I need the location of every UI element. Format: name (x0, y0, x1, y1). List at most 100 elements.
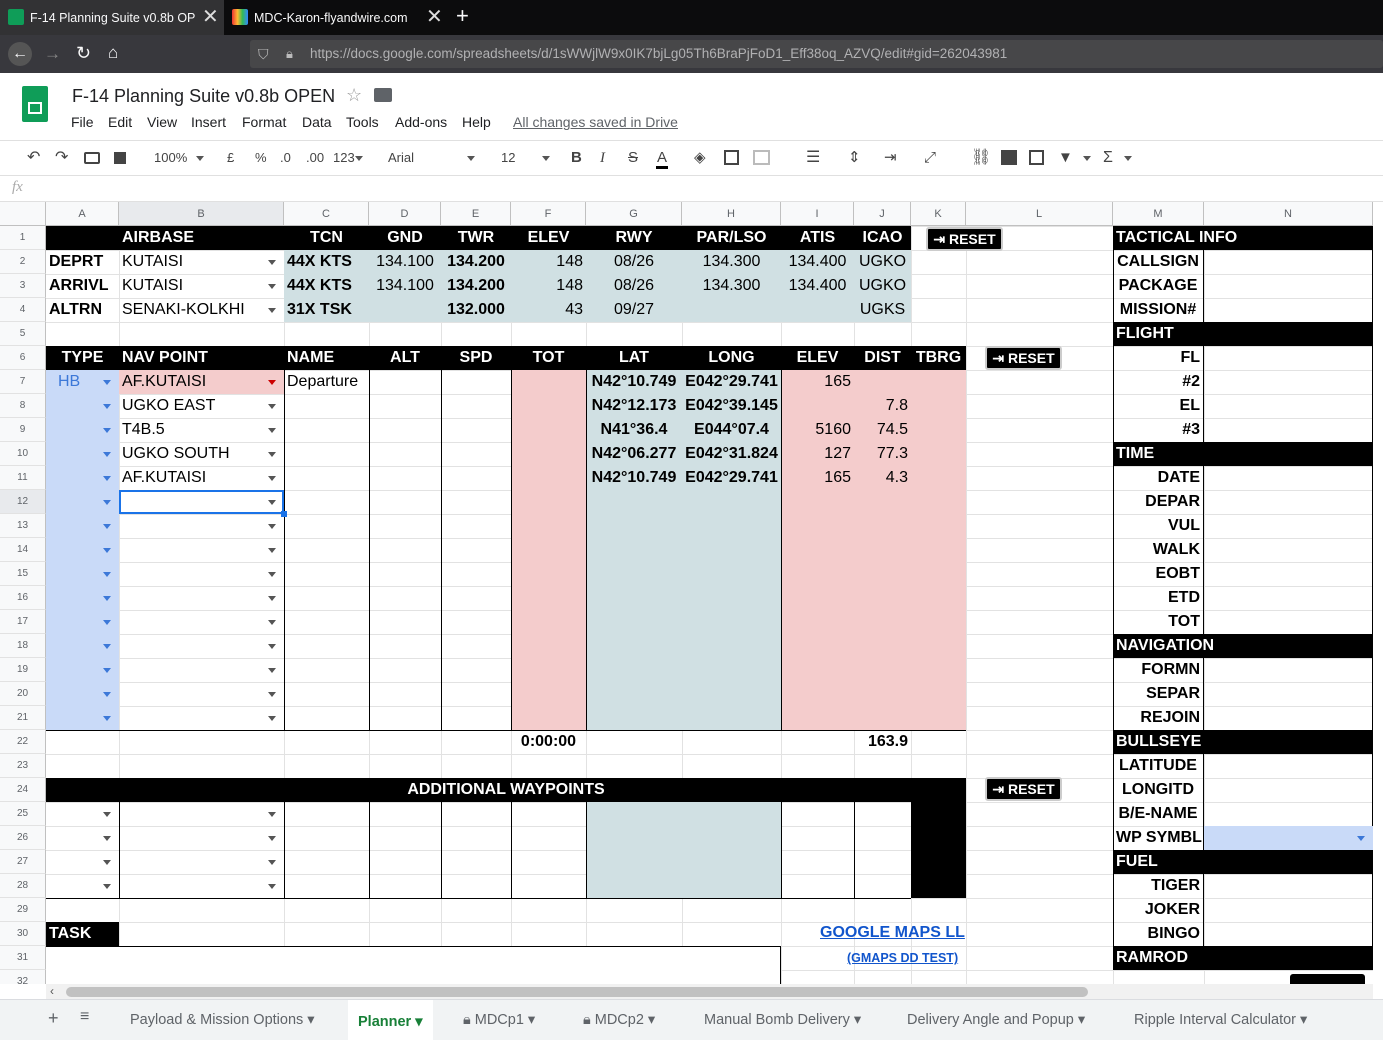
insert-link-icon[interactable]: ⛓ (971, 150, 991, 166)
menu-tools[interactable]: Tools (346, 114, 379, 130)
row-header[interactable]: 21 (0, 706, 46, 730)
bold-button[interactable]: B (571, 150, 582, 166)
side-field-value[interactable] (1204, 346, 1373, 370)
dropdown-arrow-icon[interactable] (268, 428, 276, 433)
row-header[interactable]: 5 (0, 322, 46, 346)
side-field-value[interactable] (1204, 898, 1373, 922)
side-field-value[interactable] (1204, 706, 1373, 730)
align-left-icon[interactable]: ☰ (806, 150, 820, 166)
dropdown-arrow-icon[interactable] (103, 476, 111, 481)
url-bar[interactable]: ⛉ 🔒︎ https://docs.google.com/spreadsheet… (250, 40, 1383, 68)
save-status[interactable]: All changes saved in Drive (513, 114, 678, 130)
vertical-align-icon[interactable]: ⇕ (848, 150, 861, 166)
font-size-select[interactable]: 12 (501, 150, 515, 166)
dropdown-arrow-icon[interactable] (268, 308, 276, 313)
dropdown-arrow-icon[interactable] (103, 404, 111, 409)
reset-nav-button[interactable]: ⇥ RESET (985, 346, 1062, 370)
column-header-j[interactable]: J (854, 202, 911, 226)
dropdown-arrow-icon[interactable] (268, 260, 276, 265)
side-field-value[interactable] (1204, 658, 1373, 682)
row-header[interactable]: 1 (0, 226, 46, 250)
row-header[interactable]: 2 (0, 250, 46, 274)
column-header-g[interactable]: G (586, 202, 682, 226)
more-formats-button[interactable]: 123 (333, 150, 355, 166)
row-header[interactable]: 11 (0, 466, 46, 490)
dropdown-arrow-icon[interactable] (268, 524, 276, 529)
row-header[interactable]: 14 (0, 538, 46, 562)
text-rotation-icon[interactable]: ⤢ (924, 150, 936, 166)
browser-tab-active[interactable]: F-14 Planning Suite v0.8b OPEN ✕ (0, 0, 224, 35)
menu-format[interactable]: Format (242, 114, 286, 130)
side-field-value[interactable] (1204, 418, 1373, 442)
text-color-button[interactable]: A (656, 150, 669, 169)
dropdown-arrow-icon[interactable] (103, 620, 111, 625)
row-header[interactable]: 23 (0, 754, 46, 778)
airbase-select[interactable]: SENAKI-KOLKHI (119, 298, 284, 322)
dropdown-arrow-icon[interactable] (268, 620, 276, 625)
menu-file[interactable]: File (71, 114, 94, 130)
airbase-select[interactable]: KUTAISI (119, 250, 284, 274)
home-icon[interactable]: ⌂ (108, 43, 118, 63)
nav-point-select[interactable]: T4B.5 (119, 418, 284, 442)
sheets-logo-icon[interactable] (22, 86, 48, 122)
row-header[interactable]: 27 (0, 850, 46, 874)
row-header[interactable]: 28 (0, 874, 46, 898)
menu-help[interactable]: Help (462, 114, 491, 130)
side-field-value[interactable] (1204, 538, 1373, 562)
sheet-tab-manual-bomb-delivery[interactable]: Manual Bomb Delivery ▾ (694, 1000, 871, 1040)
row-header[interactable]: 16 (0, 586, 46, 610)
column-header-e[interactable]: E (441, 202, 511, 226)
side-field-value[interactable] (1204, 490, 1373, 514)
row-header[interactable]: 8 (0, 394, 46, 418)
dropdown-arrow-icon[interactable] (103, 644, 111, 649)
waypoint-name-cell[interactable] (284, 466, 369, 490)
nav-point-select[interactable]: UGKO EAST (119, 394, 284, 418)
dropdown-arrow-icon[interactable] (268, 596, 276, 601)
dropdown-arrow-icon[interactable] (268, 692, 276, 697)
nav-point-select[interactable]: AF.KUTAISI (119, 370, 284, 394)
side-field-value[interactable] (1204, 562, 1373, 586)
dropdown-arrow-icon[interactable] (103, 524, 111, 529)
menu-insert[interactable]: Insert (191, 114, 226, 130)
row-header[interactable]: 18 (0, 634, 46, 658)
menu-edit[interactable]: Edit (108, 114, 132, 130)
browser-tab[interactable]: MDC-Karon-flyandwire.com ✕ (224, 0, 448, 35)
dropdown-arrow-icon[interactable] (103, 716, 111, 721)
menu-addons[interactable]: Add-ons (395, 114, 447, 130)
add-sheet-icon[interactable]: + (48, 1008, 59, 1029)
dropdown-arrow-icon[interactable] (268, 644, 276, 649)
forward-icon[interactable]: → (44, 44, 61, 64)
chevron-down-icon[interactable]: ▾ (850, 1012, 861, 1028)
row-header[interactable]: 10 (0, 442, 46, 466)
nav-point-select[interactable]: UGKO SOUTH (119, 442, 284, 466)
dropdown-arrow-icon[interactable] (268, 284, 276, 289)
side-field-value[interactable] (1204, 610, 1373, 634)
row-header[interactable]: 9 (0, 418, 46, 442)
dropdown-arrow-icon[interactable] (268, 668, 276, 673)
formula-bar[interactable]: fx (0, 176, 1383, 202)
reset-airbase-button[interactable]: ⇥ RESET (926, 227, 1003, 251)
dropdown-arrow-icon[interactable] (268, 380, 276, 385)
side-field-value[interactable] (1204, 298, 1373, 322)
close-tab-icon[interactable]: ✕ (426, 7, 443, 27)
column-header-k[interactable]: K (911, 202, 966, 226)
star-icon[interactable]: ☆ (346, 85, 362, 106)
fill-handle[interactable] (281, 511, 287, 517)
dropdown-arrow-icon[interactable] (103, 548, 111, 553)
reload-icon[interactable]: ↻ (76, 43, 91, 63)
spreadsheet-grid[interactable]: A B C D E F G H I J K L M N 1 2 3 4 5 6 7 8 9 10 11 12 13 14 15 16 17 1… (0, 202, 1373, 984)
dropdown-arrow-icon[interactable] (268, 860, 276, 865)
side-field-value[interactable] (1204, 250, 1373, 274)
decrease-decimal-button[interactable]: .0 (280, 150, 291, 166)
sheet-tab-delivery-angle-and-popup[interactable]: Delivery Angle and Popup ▾ (897, 1000, 1095, 1040)
dropdown-arrow-icon[interactable] (1357, 836, 1365, 841)
chevron-down-icon[interactable]: ▾ (1296, 1012, 1307, 1028)
nav-point-select[interactable]: AF.KUTAISI (119, 466, 284, 490)
side-field-value[interactable] (1204, 778, 1373, 802)
redo-icon[interactable]: ↷ (55, 150, 68, 166)
row-header[interactable]: 30 (0, 922, 46, 946)
insert-comment-icon[interactable] (1001, 150, 1017, 165)
waypoint-name-cell[interactable] (284, 442, 369, 466)
zoom-select[interactable]: 100% (154, 150, 187, 166)
chevron-down-icon[interactable]: ▾ (411, 1014, 422, 1030)
